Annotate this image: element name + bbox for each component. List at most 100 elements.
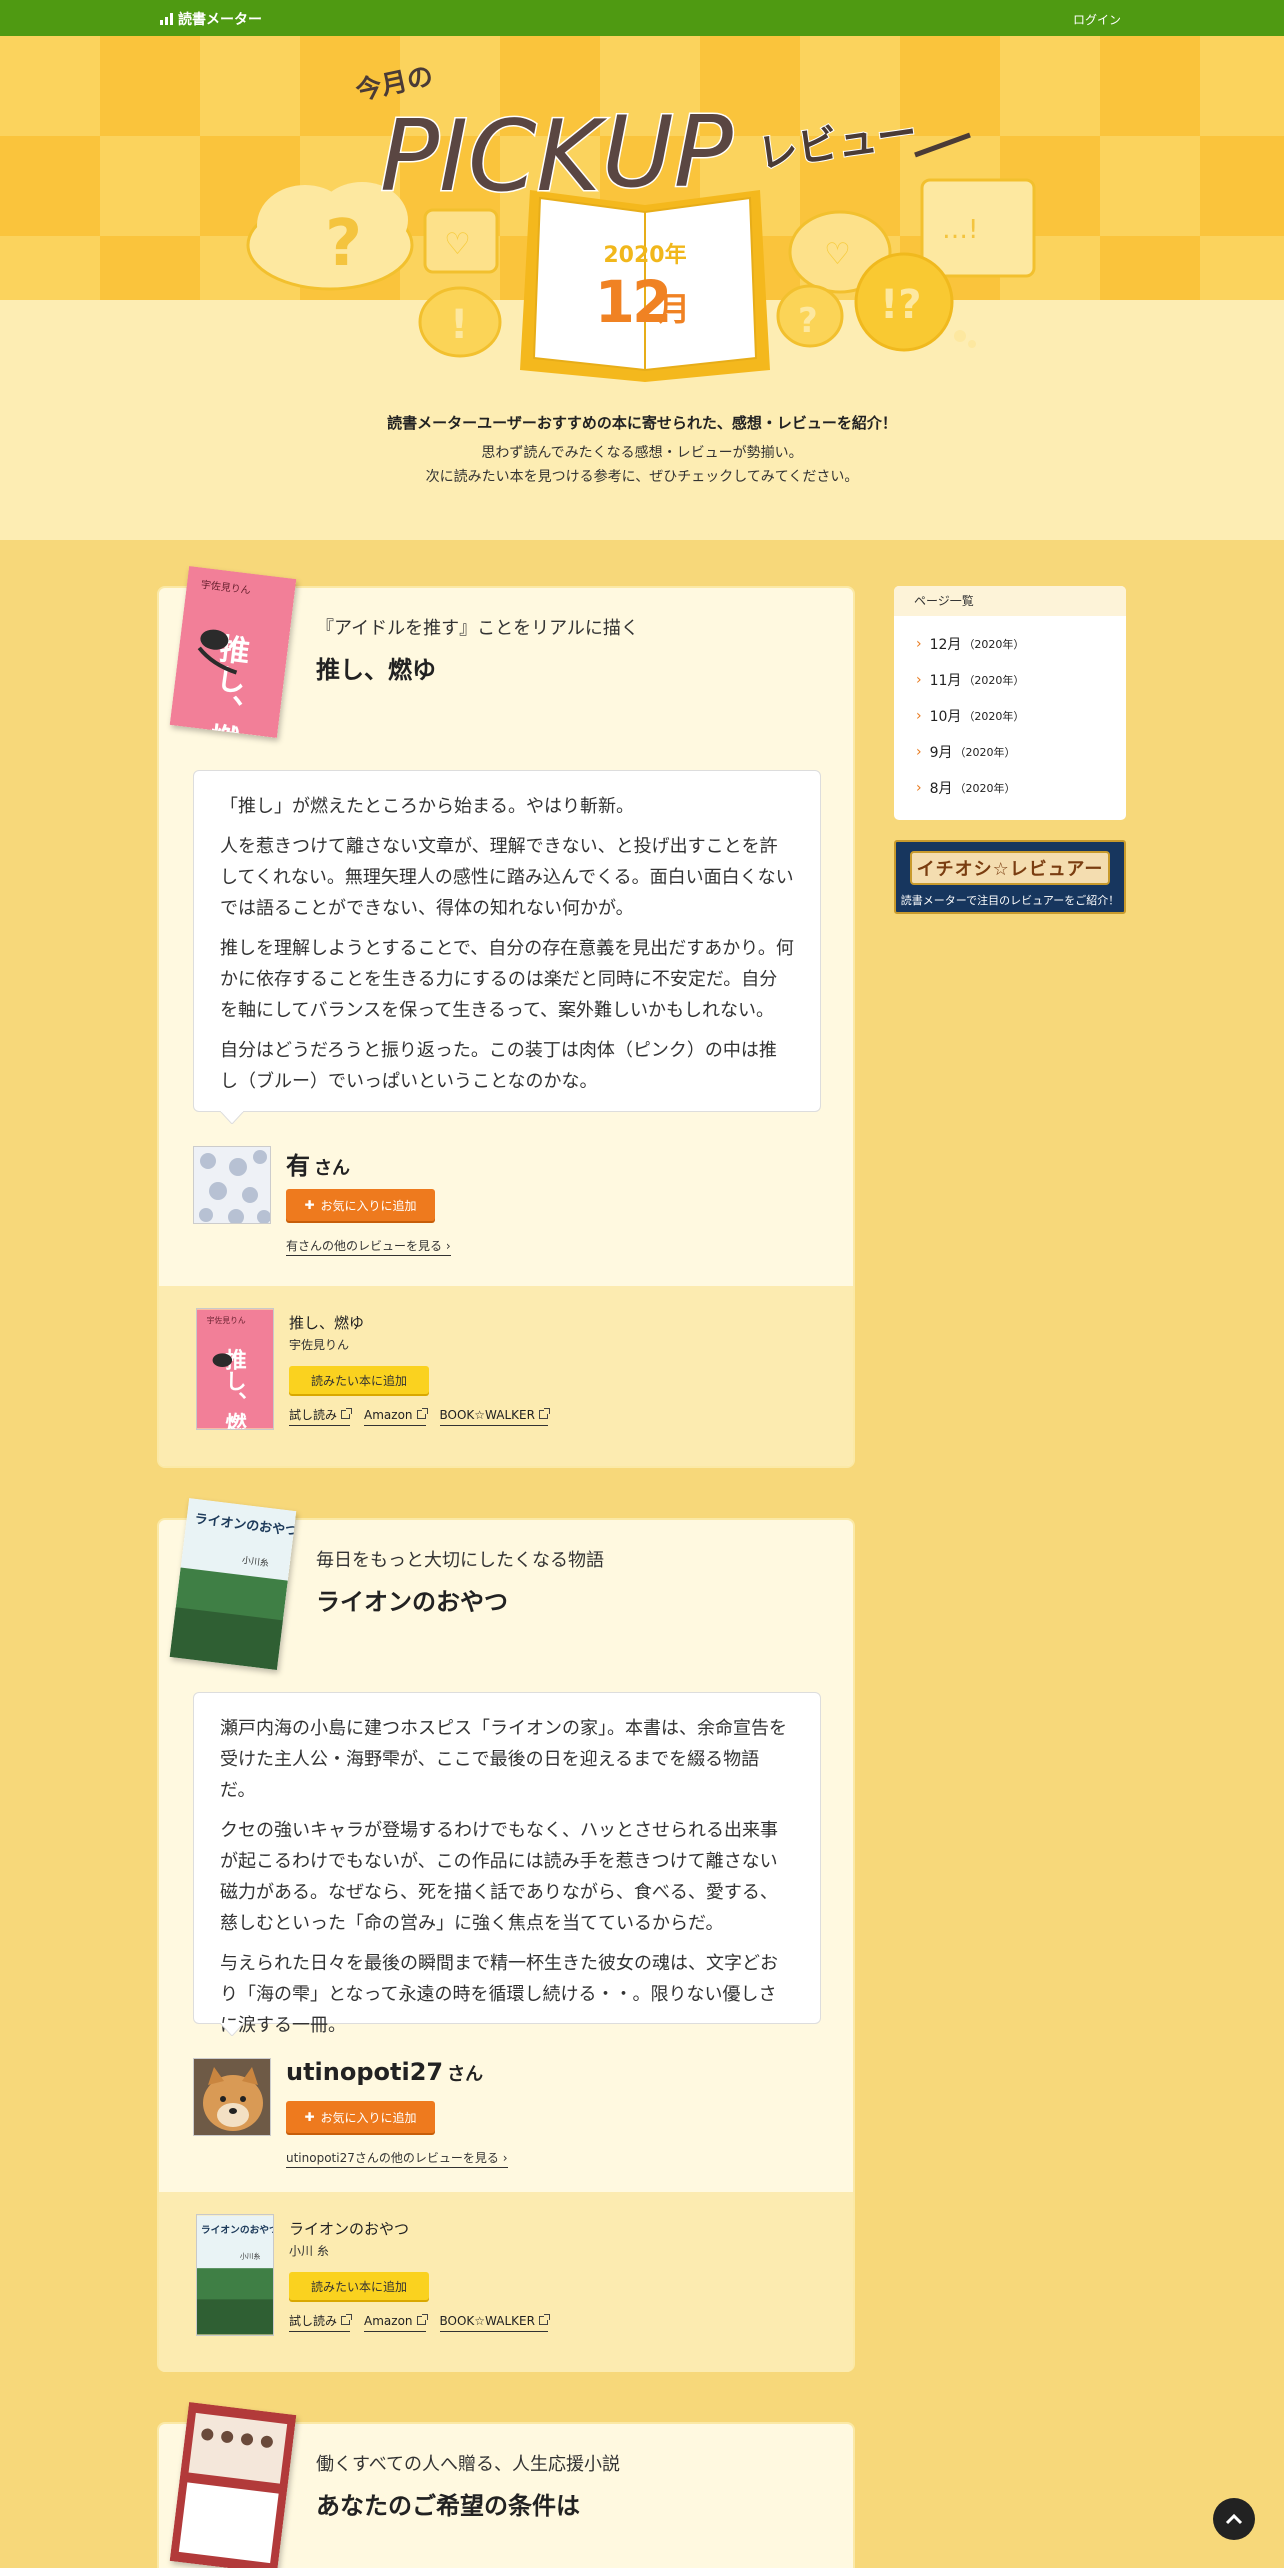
review-paragraph: 自分はどうだろうと振り返った。この装丁は肉体（ピンク）の中は推し（ブルー）でいっ… <box>220 1040 777 1092</box>
external-link-icon <box>341 2314 353 2325</box>
chevron-right-icon: › <box>916 780 922 796</box>
hero-sub-text: 思わず読んでみたくなる感想・レビューが勢揃い。 次に読みたい本を見つける参考に、… <box>0 441 1284 489</box>
book-thumbnail[interactable]: 宇佐見りん 推し、燃ゆ <box>196 1308 274 1430</box>
book-cover-anata-no-gokibou[interactable] <box>169 2402 297 2568</box>
more-reviews-link[interactable]: utinopoti27さんの他のレビューを見る › <box>286 2149 508 2168</box>
book-cover-lion-no-oyatsu[interactable]: ライオンのおやつ 小川糸 <box>169 1498 297 1670</box>
book-thumbnail[interactable]: ライオンのおやつ 小川糸 <box>196 2214 274 2336</box>
page-list-item-nov-2020[interactable]: › 11月 （2020年） <box>916 662 1126 698</box>
svg-text:2020年: 2020年 <box>603 242 686 268</box>
page-list-item-aug-2020[interactable]: › 8月 （2020年） <box>916 770 1126 806</box>
reviewer-honorific: さん <box>314 1158 350 1179</box>
page-list-sidebar: ページ一覧 › 12月 （2020年） › 11月 （2020年） › 10月 （2020年… <box>894 586 1126 820</box>
book-info-box: ライオンのおやつ 小川糸 ライオンのおやつ 小川 糸 読みたい本に追加 試し読み… <box>159 2192 853 2372</box>
svg-text:PICK: PICK <box>380 100 607 214</box>
reviewer-name-text: 有 <box>286 1152 310 1180</box>
svg-text:小川糸: 小川糸 <box>240 2251 261 2260</box>
svg-text:♡: ♡ <box>444 227 471 262</box>
book-author[interactable]: 小川 糸 <box>289 2242 329 2259</box>
review-paragraph: 与えられた日々を最後の瞬間まで精一杯生きた彼女の魂は、文字どおり「海の雫」となっ… <box>220 1953 778 2036</box>
right-dots-bubble-icon: …! <box>920 178 1036 278</box>
logo-text: 読書メーター <box>178 12 262 28</box>
right-question-bubble-icon: ? <box>776 284 844 348</box>
external-link-icon <box>341 1408 353 1419</box>
review-paragraph: 人を惹きつけて離さない文章が、理解できない、と投げ出すことを許してくれない。無理… <box>220 836 794 919</box>
hero-intro: 読書メーターユーザーおすすめの本に寄せられた、感想・レビューを紹介！ 思わず読ん… <box>0 412 1284 489</box>
svg-text:宇佐見りん: 宇佐見りん <box>207 1315 246 1325</box>
reviewer-avatar[interactable] <box>193 1146 271 1224</box>
external-link-icon <box>416 1408 428 1419</box>
add-favorite-button[interactable]: ✚ お気に入りに追加 <box>286 2101 435 2133</box>
review-card: 働くすべての人へ贈る、人生応援小説 あなたのご希望の条件は <box>157 2402 855 2568</box>
external-link-icon <box>538 2314 550 2325</box>
svg-text:!?: !? <box>880 282 921 328</box>
bookwalker-link[interactable]: BOOK☆WALKER <box>439 2312 550 2332</box>
review-paragraph: クセの強いキャラが登場するわけでもなく、ハッとさせられる出来事が起こるわけでもな… <box>220 1820 778 1934</box>
trial-read-link[interactable]: 試し読み <box>289 2312 353 2332</box>
purchase-links: 試し読み Amazon BOOK☆WALKER <box>289 2312 550 2332</box>
hero-sub-line-2: 次に読みたい本を見つける参考に、ぜひチェックしてみてください。 <box>425 469 859 485</box>
purchase-links: 試し読み Amazon BOOK☆WALKER <box>289 1406 550 1426</box>
ichioshi-reviewer-banner[interactable]: イチオシ☆レビュアー 読書メーターで注目のレビュアーをご紹介！ <box>894 840 1126 914</box>
reviewer-name-text: utinopoti27 <box>286 2058 444 2086</box>
amazon-link[interactable]: Amazon <box>364 1406 428 1426</box>
chevron-right-icon: › <box>916 708 922 724</box>
scroll-to-top-button[interactable] <box>1213 2498 1255 2540</box>
review-book-title[interactable]: あなたのご希望の条件は <box>316 2486 580 2521</box>
want-to-read-button[interactable]: 読みたい本に追加 <box>289 1366 429 1394</box>
reviewer-name[interactable]: utinopoti27 さん <box>286 2058 483 2086</box>
page-list-item-dec-2020[interactable]: › 12月 （2020年） <box>916 626 1126 662</box>
chevron-up-icon <box>1225 2513 1243 2525</box>
chevron-right-icon: › <box>916 672 922 688</box>
bookwalker-link[interactable]: BOOK☆WALKER <box>439 1406 550 1426</box>
add-favorite-label: お気に入りに追加 <box>320 1198 417 1213</box>
svg-text:!: ! <box>450 302 468 348</box>
chevron-right-icon: › <box>916 636 922 652</box>
book-info-box: 宇佐見りん 推し、燃ゆ 推し、燃ゆ 宇佐見りん 読みたい本に追加 試し読み Am… <box>159 1286 853 1466</box>
reviewer-name[interactable]: 有さん <box>286 1146 350 1181</box>
review-paragraph: 推しを理解しようとすることで、自分の存在意義を見出だすあかり。何かに依存すること… <box>220 938 794 1021</box>
page-list-item-sep-2020[interactable]: › 9月 （2020年） <box>916 734 1126 770</box>
book-cover-oshi-moyu[interactable]: 宇佐見りん 推し、燃ゆ <box>169 566 297 738</box>
chevron-right-icon: › <box>445 1239 451 1253</box>
more-reviews-link[interactable]: 有さんの他のレビューを見る › <box>286 1237 451 1256</box>
review-underline-icon <box>914 132 971 158</box>
chevron-right-icon: › <box>916 744 922 760</box>
review-book-title[interactable]: ライオンのおやつ <box>316 1582 508 1617</box>
review-tagline: 『アイドルを推す』ことをリアルに描く <box>316 618 639 639</box>
add-favorite-button[interactable]: ✚ お気に入りに追加 <box>286 1189 435 1221</box>
book-title[interactable]: 推し、燃ゆ <box>289 1312 364 1333</box>
hero-sub-line-1: 思わず読んでみたくなる感想・レビューが勢揃い。 <box>481 445 803 461</box>
svg-text:?: ? <box>325 207 362 281</box>
exclaim-bubble-icon: ! <box>418 286 502 358</box>
reviewer-avatar[interactable] <box>193 2058 271 2136</box>
pickup-hero-illustration: ? ♡ ! ♡ …! ? !? 今月の PICK UP レビュー 2020年 1… <box>246 60 1036 382</box>
book-author[interactable]: 宇佐見りん <box>289 1336 349 1353</box>
page-list-heading: ページ一覧 <box>894 586 1126 616</box>
add-favorite-label: お気に入りに追加 <box>320 2110 417 2125</box>
hero-lead-text: 読書メーターユーザーおすすめの本に寄せられた、感想・レビューを紹介！ <box>387 414 897 432</box>
svg-text:UP: UP <box>602 96 733 210</box>
login-link[interactable]: ログイン <box>1073 11 1121 28</box>
page-list-item-oct-2020[interactable]: › 10月 （2020年） <box>916 698 1126 734</box>
logo-bars-icon <box>160 13 173 25</box>
bubble-tail-icon <box>220 1111 244 1124</box>
favorite-person-icon: ✚ <box>304 2110 315 2124</box>
banner-title: イチオシ☆レビュアー <box>910 851 1110 885</box>
amazon-link[interactable]: Amazon <box>364 2312 428 2332</box>
top-nav-bar: 読書メーター ログイン <box>0 0 1284 36</box>
heart-bubble-icon: ♡ <box>423 208 499 274</box>
bubble-tail-icon <box>220 2023 244 2036</box>
favorite-person-icon: ✚ <box>304 1198 315 1212</box>
review-card: 宇佐見りん 推し、燃ゆ 『アイドルを推す』ことをリアルに描く 推し、燃ゆ 「推し… <box>157 566 855 1468</box>
book-title[interactable]: ライオンのおやつ <box>289 2218 409 2239</box>
chevron-right-icon: › <box>502 2151 508 2165</box>
review-text-bubble: 「推し」が燃えたところから始まる。やはり斬新。 人を惹きつけて離さない文章が、理… <box>193 770 821 1124</box>
want-to-read-button[interactable]: 読みたい本に追加 <box>289 2272 429 2300</box>
svg-text:?: ? <box>798 301 818 341</box>
site-logo[interactable]: 読書メーター <box>160 9 262 29</box>
svg-text:♡: ♡ <box>824 237 851 272</box>
review-card: ライオンのおやつ 小川糸 毎日をもっと大切にしたくなる物語 ライオンのおやつ 瀬… <box>157 1498 855 2372</box>
trial-read-link[interactable]: 試し読み <box>289 1406 353 1426</box>
review-book-title[interactable]: 推し、燃ゆ <box>316 650 436 685</box>
